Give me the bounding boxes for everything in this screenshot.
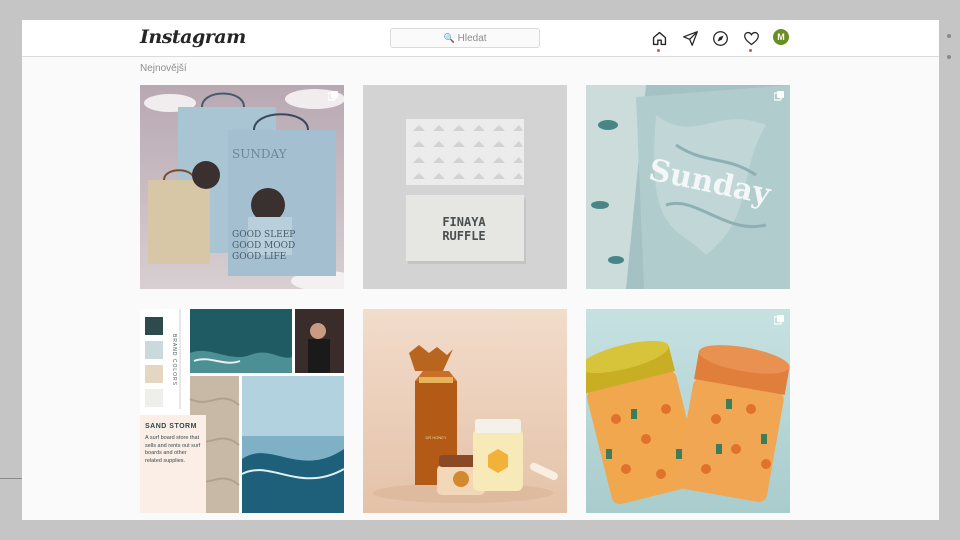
home-notification-dot: [657, 49, 660, 52]
card-text-finaya: FINAYA: [442, 215, 486, 229]
dr-honey-label: DR HONEY: [425, 435, 447, 440]
post-tile-2[interactable]: FINAYA RUFFLE: [363, 85, 567, 289]
profile-avatar[interactable]: M: [773, 29, 789, 45]
multiple-images-icon: [328, 91, 338, 101]
multiple-images-icon: [774, 91, 784, 101]
bag-text-1: GOOD SLEEP: [232, 230, 296, 240]
sand-storm-title: SAND STORM: [145, 423, 197, 430]
post-image-tube-containers: [586, 309, 790, 513]
post-tile-6[interactable]: [586, 309, 790, 513]
post-tile-5[interactable]: DR HONEY: [363, 309, 567, 513]
post-tile-3[interactable]: Sunday: [586, 85, 790, 289]
bag-text-2: GOOD MOOD: [232, 241, 296, 251]
bag-brand-text: SUNDAY: [232, 147, 287, 161]
post-tile-4[interactable]: BRAND COLORS SAND STORM A surf board sto…: [140, 309, 344, 513]
divider-line: [0, 478, 22, 479]
direct-message-icon[interactable]: [680, 28, 700, 48]
search-icon: 🔍: [443, 32, 455, 43]
activity-heart-icon[interactable]: [741, 28, 761, 52]
browser-window: Instagram 🔍 Hledat M Nejnovější GOOD SLE…: [22, 20, 939, 520]
instagram-logo[interactable]: Instagram: [140, 26, 246, 48]
section-title: Nejnovější: [140, 63, 187, 74]
activity-notification-dot: [749, 49, 752, 52]
post-image-business-cards: [363, 85, 567, 289]
sand-storm-description: A surf board store that sells and rents …: [145, 435, 201, 464]
bag-text-3: GOOD LIFE: [232, 252, 287, 262]
explore-icon[interactable]: [710, 28, 730, 48]
card-text-ruffle: RUFFLE: [442, 229, 486, 243]
post-image-honey-packaging: [363, 309, 567, 513]
multiple-images-icon: [774, 315, 784, 325]
search-placeholder: Hledat: [457, 32, 487, 44]
post-tile-1[interactable]: GOOD SLEEP GOOD MOOD GOOD LIFE SUNDAY: [140, 85, 344, 289]
brand-colors-label: BRAND COLORS: [171, 333, 177, 386]
avatar-initial: M: [777, 32, 785, 42]
top-navigation-bar: Instagram 🔍 Hledat M: [22, 20, 939, 57]
search-input[interactable]: 🔍 Hledat: [390, 28, 540, 48]
home-icon[interactable]: [649, 28, 669, 52]
